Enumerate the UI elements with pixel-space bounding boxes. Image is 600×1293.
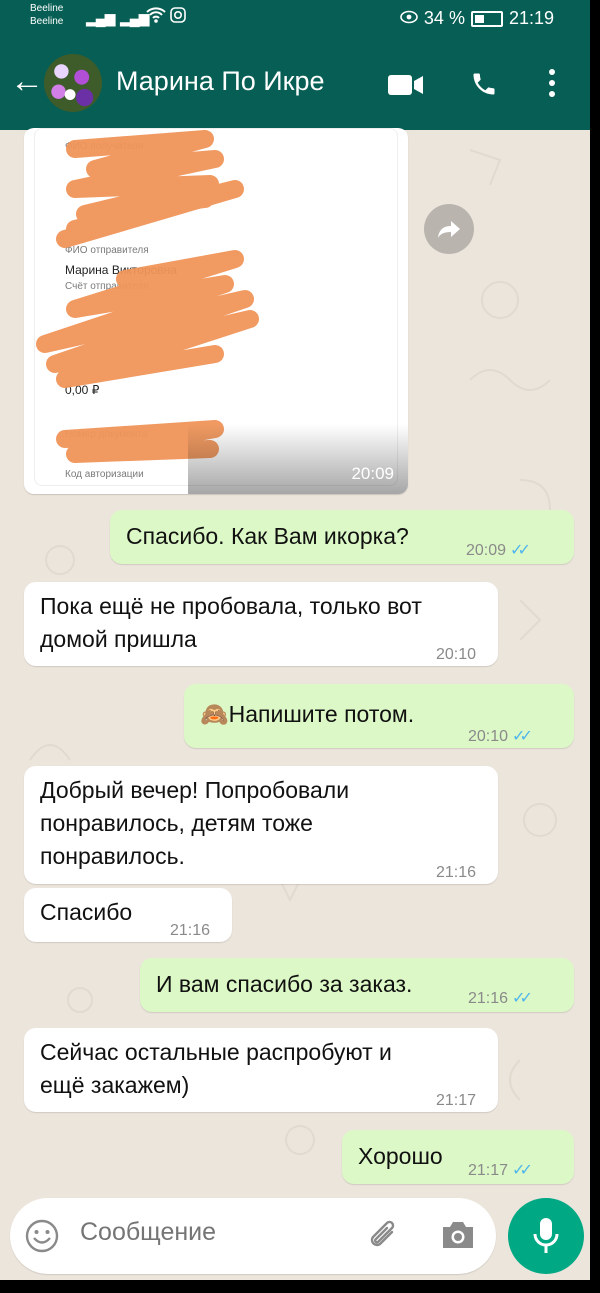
signal-icon: ▂▄▆ (120, 10, 149, 26)
message-meta: 21:17 ✓✓ (468, 1154, 533, 1187)
message-bubble-outgoing[interactable]: 🙈Напишите потом. 20:10 ✓✓ (184, 684, 574, 748)
battery-percent: 34 % (423, 8, 465, 28)
wifi-icon (146, 6, 166, 29)
message-text: И вам спасибо за заказ. (156, 971, 413, 997)
message-text: Сейчас остальные распробуют и ещё закаже… (40, 1036, 392, 1102)
read-ticks-icon: ✓✓ (512, 728, 533, 745)
mic-icon (533, 1218, 559, 1253)
message-text: Добрый вечер! Попробовали понравилось, д… (40, 774, 349, 873)
carrier-names: Beeline Beeline (30, 2, 63, 28)
status-bar: Beeline Beeline ▂▄▆ ▂▄▆ 34 % 21:19 (0, 0, 590, 40)
message-text: Спасибо (40, 899, 133, 925)
message-time: 20:10 (436, 646, 477, 663)
message-time: 20:09 (466, 542, 507, 559)
message-meta: 21:16 ✓✓ (468, 982, 533, 1015)
avatar[interactable] (44, 54, 102, 112)
message-line: понравилось, детям тоже (40, 810, 313, 836)
message-time: 21:16 (436, 864, 477, 881)
video-call-icon[interactable] (388, 74, 424, 101)
screen-edge-right (590, 0, 600, 1293)
status-time: 21:19 (508, 8, 554, 28)
app-top-bar: Beeline Beeline ▂▄▆ ▂▄▆ 34 % 21:19 ← Мар… (0, 0, 590, 130)
message-time: 21:16 (468, 990, 509, 1007)
message-text: Спасибо. Как Вам икорка? (126, 523, 409, 549)
see-no-evil-monkey-icon: 🙈 (200, 701, 229, 727)
carrier-2: Beeline (30, 16, 64, 27)
chat-header: ← Марина По Икре (0, 52, 590, 116)
message-line: домой пришла (40, 626, 197, 652)
arrow-back-icon[interactable]: ← (10, 64, 44, 98)
message-bubble-incoming[interactable]: Спасибо 21:16 (24, 888, 232, 942)
voice-record-button[interactable] (508, 1198, 584, 1274)
message-text-body: Напишите потом. (228, 701, 415, 727)
message-text: Хорошо (358, 1143, 443, 1169)
message-line: Добрый вечер! Попробовали (40, 777, 350, 803)
forward-button[interactable] (424, 204, 474, 254)
read-ticks-icon: ✓✓ (512, 1162, 533, 1179)
message-text: Пока ещё не пробовала, только вот домой … (40, 590, 422, 656)
message-time: 21:17 (468, 1162, 509, 1179)
forward-icon (438, 221, 460, 238)
message-input[interactable] (80, 1218, 360, 1247)
message-bubble-outgoing[interactable]: Спасибо. Как Вам икорка? 20:09 ✓✓ (110, 510, 574, 564)
battery-icon (470, 10, 503, 27)
more-vert-icon[interactable] (548, 68, 556, 103)
message-line: Пока ещё не пробовала, только вот (40, 593, 422, 619)
eye-comfort-icon (400, 8, 418, 29)
message-line: Сейчас остальные распробуют и (40, 1039, 392, 1065)
message-line: понравилось. (40, 843, 185, 869)
message-time: 21:17 (436, 1092, 477, 1109)
message-line: ещё закажем) (40, 1072, 190, 1098)
image-message[interactable]: ФИО получателя ФИО отправителя Марина Ви… (24, 128, 408, 494)
screen-edge-bottom (0, 1280, 600, 1293)
message-bubble-incoming[interactable]: Пока ещё не пробовала, только вот домой … (24, 582, 498, 666)
chat-screen: Beeline Beeline ▂▄▆ ▂▄▆ 34 % 21:19 ← Мар… (0, 0, 590, 1280)
message-bubble-incoming[interactable]: Добрый вечер! Попробовали понравилось, д… (24, 766, 498, 884)
message-meta: 20:10 ✓✓ (468, 720, 533, 753)
read-ticks-icon: ✓✓ (512, 990, 533, 1007)
camera-icon[interactable] (440, 1218, 476, 1257)
emoji-icon[interactable] (24, 1218, 60, 1259)
instagram-notification-icon (170, 7, 186, 28)
message-text: 🙈Напишите потом. (200, 698, 414, 731)
contact-name[interactable]: Марина По Икре (116, 66, 325, 97)
attach-icon[interactable] (366, 1218, 402, 1259)
status-right: 34 % 21:19 (400, 8, 554, 29)
signal-icon: ▂▄▆ (86, 10, 115, 26)
message-bubble-incoming[interactable]: Сейчас остальные распробуют и ещё закаже… (24, 1028, 498, 1112)
phone-call-icon[interactable] (470, 70, 498, 103)
message-meta: 20:09 ✓✓ (466, 534, 531, 567)
message-time: 21:16 (170, 922, 211, 939)
message-bubble-outgoing[interactable]: Хорошо 21:17 ✓✓ (342, 1130, 574, 1184)
message-time: 20:09 (351, 464, 394, 483)
message-time: 20:10 (468, 728, 509, 745)
message-bubble-outgoing[interactable]: И вам спасибо за заказ. 21:16 ✓✓ (140, 958, 574, 1012)
message-composer (10, 1198, 496, 1274)
carrier-1: Beeline (30, 3, 64, 14)
read-ticks-icon: ✓✓ (510, 542, 531, 559)
